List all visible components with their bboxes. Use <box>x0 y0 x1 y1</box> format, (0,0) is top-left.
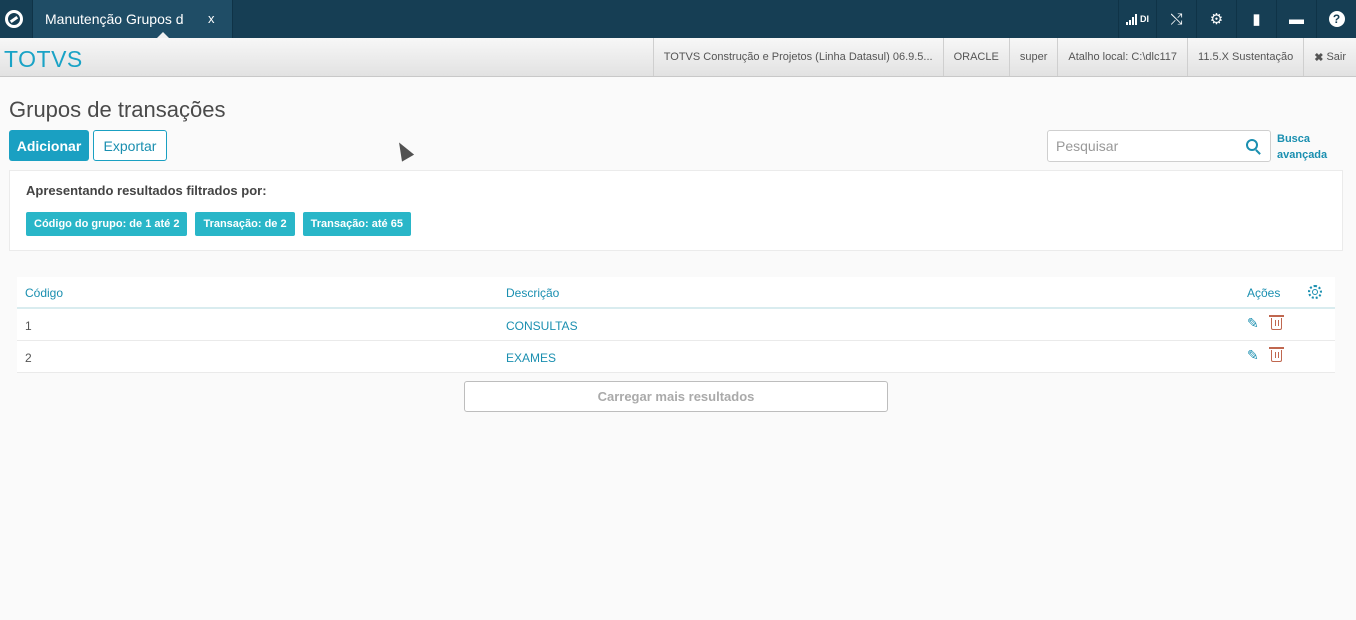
signal-button[interactable]: DI <box>1118 0 1156 38</box>
app-menu-button[interactable] <box>0 0 28 38</box>
table-row: 2 EXAMES ✎ <box>17 341 1335 373</box>
search-icon[interactable] <box>1246 139 1258 151</box>
tab-label: Manutenção Grupos d <box>45 11 184 27</box>
info-bar: TOTVS TOTVS Construção e Projetos (Linha… <box>0 38 1356 77</box>
table-header: Código Descrição Ações <box>17 277 1335 309</box>
shortcut-info[interactable]: Atalho local: C:\dlc117 <box>1057 38 1187 76</box>
document-button[interactable]: ▮ <box>1236 0 1276 38</box>
shuffle-button[interactable]: ⤭ <box>1156 0 1196 38</box>
shuffle-icon: ⤭ <box>1170 10 1183 28</box>
row-code: 2 <box>25 351 32 365</box>
results-table: Código Descrição Ações 1 CONSULTAS ✎ 2 E… <box>17 277 1335 373</box>
signal-icon <box>1126 13 1137 25</box>
active-filters-panel: Apresentando resultados filtrados por: C… <box>9 170 1343 251</box>
filter-chips: Código do grupo: de 1 até 2 Transação: d… <box>26 212 411 236</box>
column-header-code[interactable]: Código <box>25 286 63 300</box>
search-box <box>1047 130 1271 162</box>
tab-manutencao-grupos[interactable]: Manutenção Grupos d x <box>32 0 233 38</box>
product-info[interactable]: TOTVS Construção e Projetos (Linha Datas… <box>652 38 943 76</box>
logo-icon <box>5 10 23 28</box>
signal-label: DI <box>1140 14 1149 24</box>
edit-icon[interactable]: ✎ <box>1247 316 1261 330</box>
database-info[interactable]: ORACLE <box>942 38 1009 76</box>
help-button[interactable]: ? <box>1316 0 1356 38</box>
gear-icon: ⚙ <box>1209 11 1224 28</box>
page-title: Grupos de transações <box>9 97 226 122</box>
document-icon: ▮ <box>1252 11 1261 28</box>
logout-button[interactable]: ✖ Sair <box>1303 38 1356 76</box>
mouse-cursor-icon <box>393 139 415 162</box>
edit-icon[interactable]: ✎ <box>1247 348 1261 362</box>
add-button[interactable]: Adicionar <box>9 130 89 161</box>
filters-title: Apresentando resultados filtrados por: <box>26 183 267 198</box>
top-navigation-bar: Manutenção Grupos d x DI ⤭ ⚙ ▮ ▬ ? <box>0 0 1356 38</box>
chat-button[interactable]: ▬ <box>1276 0 1316 38</box>
advanced-search-link[interactable]: Busca avançada <box>1277 131 1337 163</box>
column-header-description[interactable]: Descrição <box>506 286 559 300</box>
delete-icon[interactable] <box>1269 347 1284 362</box>
filter-chip-transaction-from[interactable]: Transação: de 2 <box>195 212 295 236</box>
export-button[interactable]: Exportar <box>93 130 167 161</box>
table-settings-gear-icon[interactable] <box>1308 285 1322 299</box>
delete-icon[interactable] <box>1269 315 1284 330</box>
chat-icon: ▬ <box>1289 10 1304 28</box>
logout-label: Sair <box>1326 51 1346 63</box>
brand-logo: TOTVS <box>4 46 83 72</box>
session-info: TOTVS Construção e Projetos (Linha Datas… <box>652 38 1356 76</box>
help-icon: ? <box>1328 11 1345 27</box>
close-icon: ✖ <box>1314 51 1324 64</box>
search-input[interactable] <box>1056 138 1236 154</box>
toolbar-icons: DI ⤭ ⚙ ▮ ▬ ? <box>1118 0 1356 38</box>
load-more-button[interactable]: Carregar mais resultados <box>464 381 888 412</box>
row-description-link[interactable]: CONSULTAS <box>506 319 578 333</box>
user-info[interactable]: super <box>1008 38 1058 76</box>
row-code: 1 <box>25 319 32 333</box>
close-tab-icon[interactable]: x <box>208 11 215 26</box>
settings-button[interactable]: ⚙ <box>1196 0 1236 38</box>
column-header-actions: Ações <box>1247 286 1281 300</box>
row-description-link[interactable]: EXAMES <box>506 351 556 365</box>
filter-chip-group-code[interactable]: Código do grupo: de 1 até 2 <box>26 212 188 236</box>
table-row: 1 CONSULTAS ✎ <box>17 309 1335 341</box>
filter-chip-transaction-to[interactable]: Transação: até 65 <box>302 212 411 236</box>
version-info[interactable]: 11.5.X Sustentação <box>1187 38 1303 76</box>
